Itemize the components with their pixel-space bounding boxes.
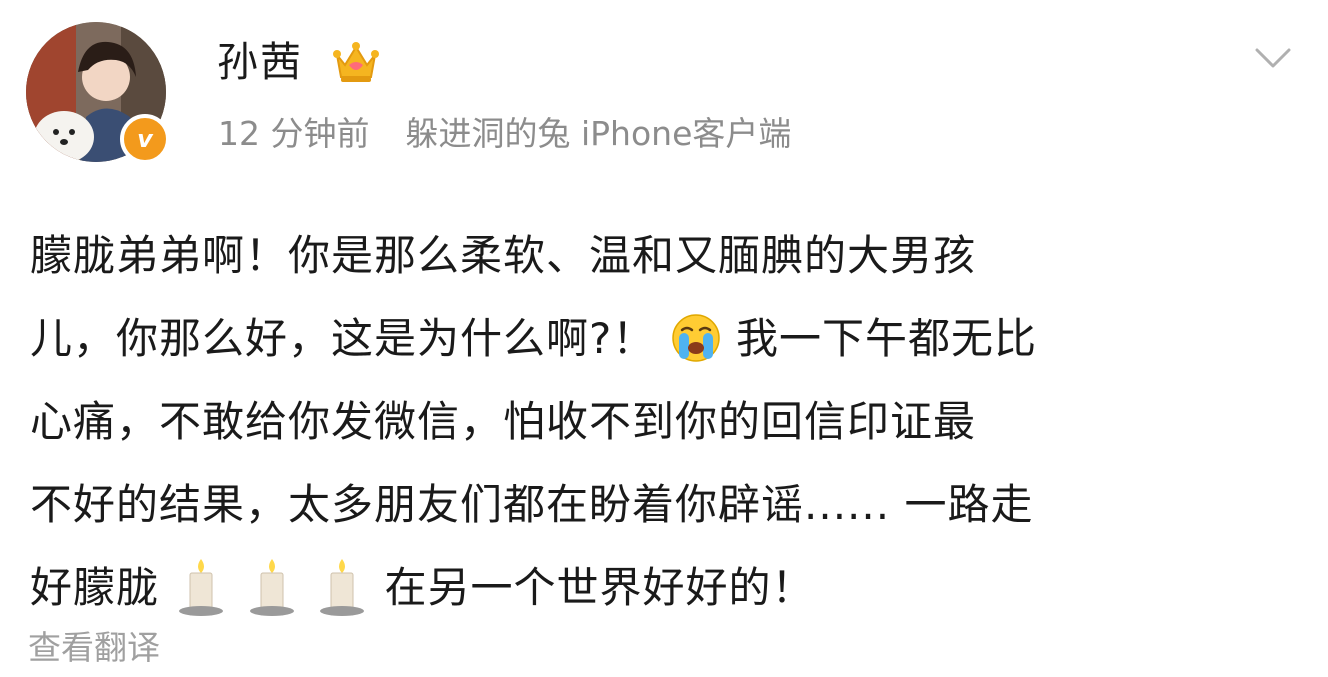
post-time: 12 分钟前 [218, 114, 370, 153]
post-meta: 12 分钟前 躲进洞的兔 iPhone客户端 [218, 112, 791, 156]
candle-icon [249, 558, 294, 616]
chevron-down-icon[interactable] [1253, 44, 1293, 72]
candle-icon [320, 558, 365, 616]
crown-icon[interactable] [331, 37, 381, 87]
content-line: 儿，你那么好，这是为什么啊?！ 我一下午都无比 [30, 297, 1310, 380]
verified-badge-text: v [137, 125, 153, 153]
content-text: 我一下午都无比 [736, 314, 1038, 363]
content-text: 好朦胧 [30, 563, 160, 612]
content-text: 在另一个世界好好的！ [384, 563, 815, 612]
post-content: 朦胧弟弟啊！你是那么柔软、温和又腼腆的大男孩 儿，你那么好，这是为什么啊?！ 我… [30, 214, 1310, 629]
translate-link[interactable]: 查看翻译 [28, 626, 160, 670]
content-line: 好朦胧 在另一个世界好好的！ [30, 546, 1310, 629]
content-text: 儿，你那么好，这是为什么啊?！ [30, 314, 656, 363]
content-line: 不好的结果，太多朋友们都在盼着你辟谣...... 一路走 [30, 480, 1034, 529]
weibo-post: v 孙茜 12 分钟前 躲进洞的兔 iPhone客户端 朦胧弟弟啊！你是那么柔软、… [0, 0, 1328, 677]
post-source[interactable]: 躲进洞的兔 iPhone客户端 [405, 114, 791, 153]
candle-icon [179, 558, 224, 616]
username[interactable]: 孙茜 [217, 36, 303, 88]
crying-face-emoji-icon [671, 313, 720, 362]
content-line: 心痛，不敢给你发微信，怕收不到你的回信印证最 [30, 397, 977, 446]
verified-badge: v [120, 114, 170, 164]
content-line: 朦胧弟弟啊！你是那么柔软、温和又腼腆的大男孩 [30, 231, 977, 280]
